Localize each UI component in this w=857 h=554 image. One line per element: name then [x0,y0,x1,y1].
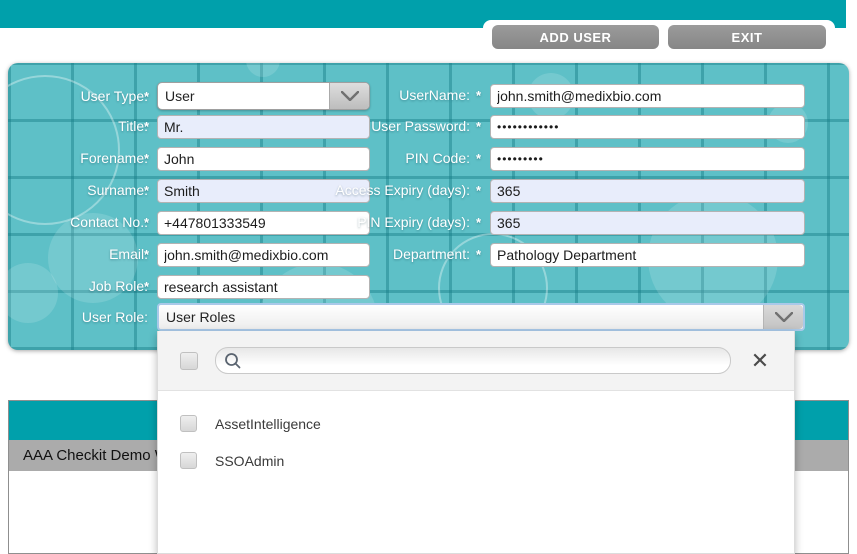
role-option-label: SSOAdmin [215,453,284,469]
required-asterisk: * [144,279,149,294]
job-role-label: Job Role: [89,278,148,294]
roles-dropdown-header: ✕ [158,331,794,391]
decor-bubble [246,63,280,77]
required-asterisk: * [476,215,481,230]
required-asterisk: * [476,183,481,198]
pin-expiry-field[interactable] [490,211,805,235]
role-checkbox[interactable] [180,415,197,432]
roles-search-input[interactable] [246,349,724,372]
user-role-label: User Role: [82,309,148,325]
username-label: UserName: [399,87,470,103]
user-roles-dropdown: ✕ AssetIntelligence SSOAdmin [157,331,795,554]
role-option-ssoadmin[interactable]: SSOAdmin [158,447,794,477]
chevron-down-icon [763,305,803,329]
required-asterisk: * [476,151,481,166]
user-role-value: User Roles [166,309,235,325]
toolbar: ADD USER EXIT [483,20,835,53]
user-role-select[interactable]: User Roles [157,303,805,331]
search-icon [224,352,242,375]
exit-button[interactable]: EXIT [668,25,826,49]
pin-code-label: PIN Code: [405,150,470,166]
username-field[interactable] [490,84,805,108]
job-role-field[interactable] [157,275,370,299]
required-asterisk: * [476,247,481,262]
roles-search-box [215,347,731,374]
close-icon[interactable]: ✕ [748,349,772,373]
role-option-assetintelligence[interactable]: AssetIntelligence [158,410,794,440]
role-option-label: AssetIntelligence [215,416,321,432]
user-password-label: User Password: [371,118,470,134]
required-asterisk: * [476,88,481,103]
required-asterisk: * [476,119,481,134]
access-expiry-label: Access Expiry (days): [335,182,470,198]
department-field[interactable] [490,243,805,267]
add-user-button[interactable]: ADD USER [492,25,659,49]
access-expiry-field[interactable] [490,179,805,203]
department-label: Department: [393,246,470,262]
user-form-panel: User Type: * User Title: * Forename: * S… [8,63,849,350]
select-all-checkbox[interactable] [180,352,198,370]
role-checkbox[interactable] [180,452,197,469]
pin-code-field[interactable] [490,147,805,171]
pin-expiry-label: PIN Expiry (days): [357,214,470,230]
user-password-field[interactable] [490,115,805,139]
